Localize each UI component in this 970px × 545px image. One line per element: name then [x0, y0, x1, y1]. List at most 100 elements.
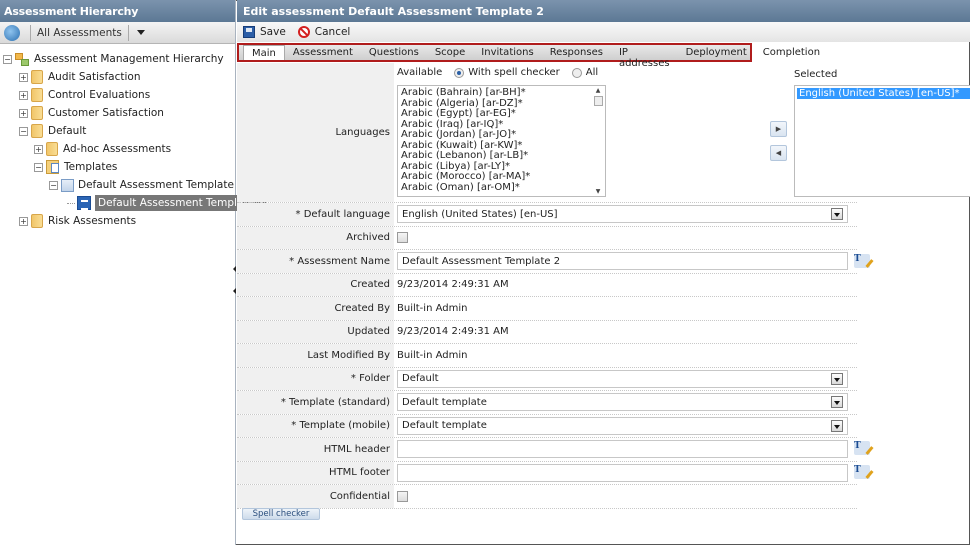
tree-node-adhoc-assessments[interactable]: + Ad-hoc Assessments	[3, 140, 235, 158]
collapse-left-icon[interactable]	[233, 266, 236, 272]
tree-node-label: Templates	[64, 161, 118, 173]
all-radio-label[interactable]: All	[586, 67, 598, 78]
tab-main[interactable]: Main	[243, 45, 285, 60]
languages-row: Languages Available With spell checker A…	[237, 63, 970, 203]
hierarchy-panel: Assessment Hierarchy All Assessments − A…	[0, 0, 267, 545]
spell-checker-button[interactable]: Spell checker	[242, 508, 320, 520]
remove-language-button[interactable]: ◀	[770, 145, 787, 161]
editor-panel: Edit assessment Default Assessment Templ…	[237, 0, 970, 545]
chevron-down-icon[interactable]	[831, 208, 843, 221]
expand-icon[interactable]: +	[19, 108, 28, 118]
expand-icon[interactable]: +	[19, 216, 28, 226]
spell-checker-radio[interactable]	[454, 67, 465, 78]
hierarchy-panel-title: Assessment Hierarchy	[0, 0, 235, 22]
expand-icon[interactable]: +	[19, 90, 28, 100]
tab-scope[interactable]: Scope	[427, 45, 473, 60]
tab-ip-addresses[interactable]: IP addresses	[611, 45, 678, 69]
tree-node-template-parent[interactable]: − Default Assessment Template 2	[3, 176, 244, 194]
available-languages-list[interactable]: Arabic (Bahrain) [ar-BH]* Arabic (Algeri…	[397, 85, 606, 197]
spell-checker-radio-label[interactable]: With spell checker	[468, 67, 560, 78]
chevron-down-icon[interactable]	[831, 396, 843, 409]
language-option[interactable]: Arabic (Lebanon) [ar-LB]*	[401, 150, 602, 162]
tree-node-root[interactable]: − Assessment Management Hierarchy	[3, 50, 235, 68]
selected-languages-list[interactable]: English (United States) [en-US]*	[794, 85, 970, 197]
updated-value: 9/23/2014 2:49:31 AM	[397, 326, 509, 338]
modified-by-row: Last Modified By Built-in Admin	[237, 344, 857, 368]
scroll-up-icon[interactable]: ▲	[592, 87, 604, 94]
tree-node-templates[interactable]: − Templates	[3, 158, 235, 176]
translate-icon[interactable]: T	[854, 254, 870, 268]
html-header-label: HTML header	[237, 438, 394, 461]
tree-node-label: Assessment Management Hierarchy	[34, 53, 224, 65]
html-footer-input[interactable]	[397, 463, 848, 482]
available-list-scrollbar[interactable]: ▲ ▼	[592, 87, 604, 195]
template-standard-label: * Template (standard)	[237, 391, 394, 414]
html-header-row: HTML header T	[237, 438, 870, 462]
language-option[interactable]: Arabic (Bahrain) [ar-BH]*	[401, 87, 602, 99]
scroll-down-icon[interactable]: ▼	[592, 188, 604, 195]
tree-node-label: Ad-hoc Assessments	[63, 143, 172, 155]
default-language-value: English (United States) [en-US]	[402, 208, 558, 220]
tab-assessment[interactable]: Assessment	[285, 45, 361, 60]
folder-icon	[31, 88, 43, 102]
tab-questions[interactable]: Questions	[361, 45, 427, 60]
tree-node-default[interactable]: − Default	[3, 122, 235, 140]
scroll-thumb[interactable]	[593, 96, 603, 106]
tree-node-template-selected[interactable]: Default Assessment Template 2	[3, 194, 267, 212]
default-language-select[interactable]: English (United States) [en-US]	[397, 205, 848, 224]
add-language-button[interactable]: ▶	[770, 121, 787, 137]
cancel-icon[interactable]	[297, 26, 310, 38]
archived-checkbox[interactable]	[397, 232, 408, 244]
selected-language-option[interactable]: English (United States) [en-US]*	[797, 88, 970, 99]
created-by-row: Created By Built-in Admin	[237, 297, 857, 321]
tab-completion[interactable]: Completion	[755, 45, 828, 60]
collapse-icon[interactable]: −	[3, 54, 12, 64]
template-folder-icon	[46, 160, 59, 174]
confidential-checkbox[interactable]	[397, 490, 408, 502]
folder-select[interactable]: Default	[397, 369, 848, 388]
translate-icon[interactable]: T	[854, 441, 870, 455]
template-standard-select[interactable]: Default template	[397, 393, 848, 412]
tree-node-audit-satisfaction[interactable]: + Audit Satisfaction	[3, 68, 235, 86]
collapse-icon[interactable]: −	[49, 180, 58, 190]
folder-icon	[46, 142, 58, 156]
collapse-icon[interactable]: −	[34, 162, 43, 172]
chevron-down-icon[interactable]	[831, 372, 843, 385]
expand-icon[interactable]: +	[19, 72, 28, 82]
tab-deployment[interactable]: Deployment	[678, 45, 755, 60]
all-radio[interactable]	[571, 67, 582, 78]
chevron-down-icon[interactable]	[831, 419, 843, 432]
language-option[interactable]: Arabic (Morocco) [ar-MA]*	[401, 171, 602, 183]
editor-toolbar: Save Cancel	[237, 22, 970, 42]
template-mobile-value: Default template	[402, 420, 487, 432]
tree-connector	[67, 202, 75, 204]
tab-responses[interactable]: Responses	[542, 45, 611, 60]
tree-node-label: Control Evaluations	[48, 89, 151, 101]
language-option[interactable]: Arabic (Jordan) [ar-JO]*	[401, 129, 602, 141]
languages-label: Languages	[237, 63, 394, 202]
collapse-left-icon[interactable]	[233, 288, 236, 294]
save-button[interactable]: Save	[260, 26, 286, 38]
assessment-filter-label[interactable]: All Assessments	[35, 27, 124, 39]
save-icon[interactable]	[243, 26, 255, 38]
refresh-icon[interactable]	[4, 24, 20, 41]
translate-icon[interactable]: T	[854, 464, 870, 479]
template-mobile-select[interactable]: Default template	[397, 416, 848, 435]
tree-node-control-evaluations[interactable]: + Control Evaluations	[3, 86, 235, 104]
assessment-name-input[interactable]: Default Assessment Template 2	[397, 252, 848, 271]
tree-node-label: Default Assessment Template 2	[78, 179, 244, 191]
tree-node-customer-satisfaction[interactable]: + Customer Satisfaction	[3, 104, 235, 122]
folder-icon	[31, 106, 43, 120]
cancel-button[interactable]: Cancel	[315, 26, 351, 38]
filter-dropdown-icon[interactable]	[136, 30, 145, 35]
created-row: Created 9/23/2014 2:49:31 AM	[237, 273, 857, 297]
language-option[interactable]: Arabic (Egypt) [ar-EG]*	[401, 108, 602, 120]
selected-label: Selected	[794, 69, 838, 80]
collapse-icon[interactable]: −	[19, 126, 28, 136]
language-option[interactable]: Arabic (Oman) [ar-OM]*	[401, 182, 602, 194]
tree-node-risk-assessments[interactable]: + Risk Assesments	[3, 212, 235, 230]
html-header-input[interactable]	[397, 440, 848, 459]
html-footer-row: HTML footer T	[237, 461, 870, 485]
tab-invitations[interactable]: Invitations	[473, 45, 541, 60]
expand-icon[interactable]: +	[34, 144, 43, 154]
